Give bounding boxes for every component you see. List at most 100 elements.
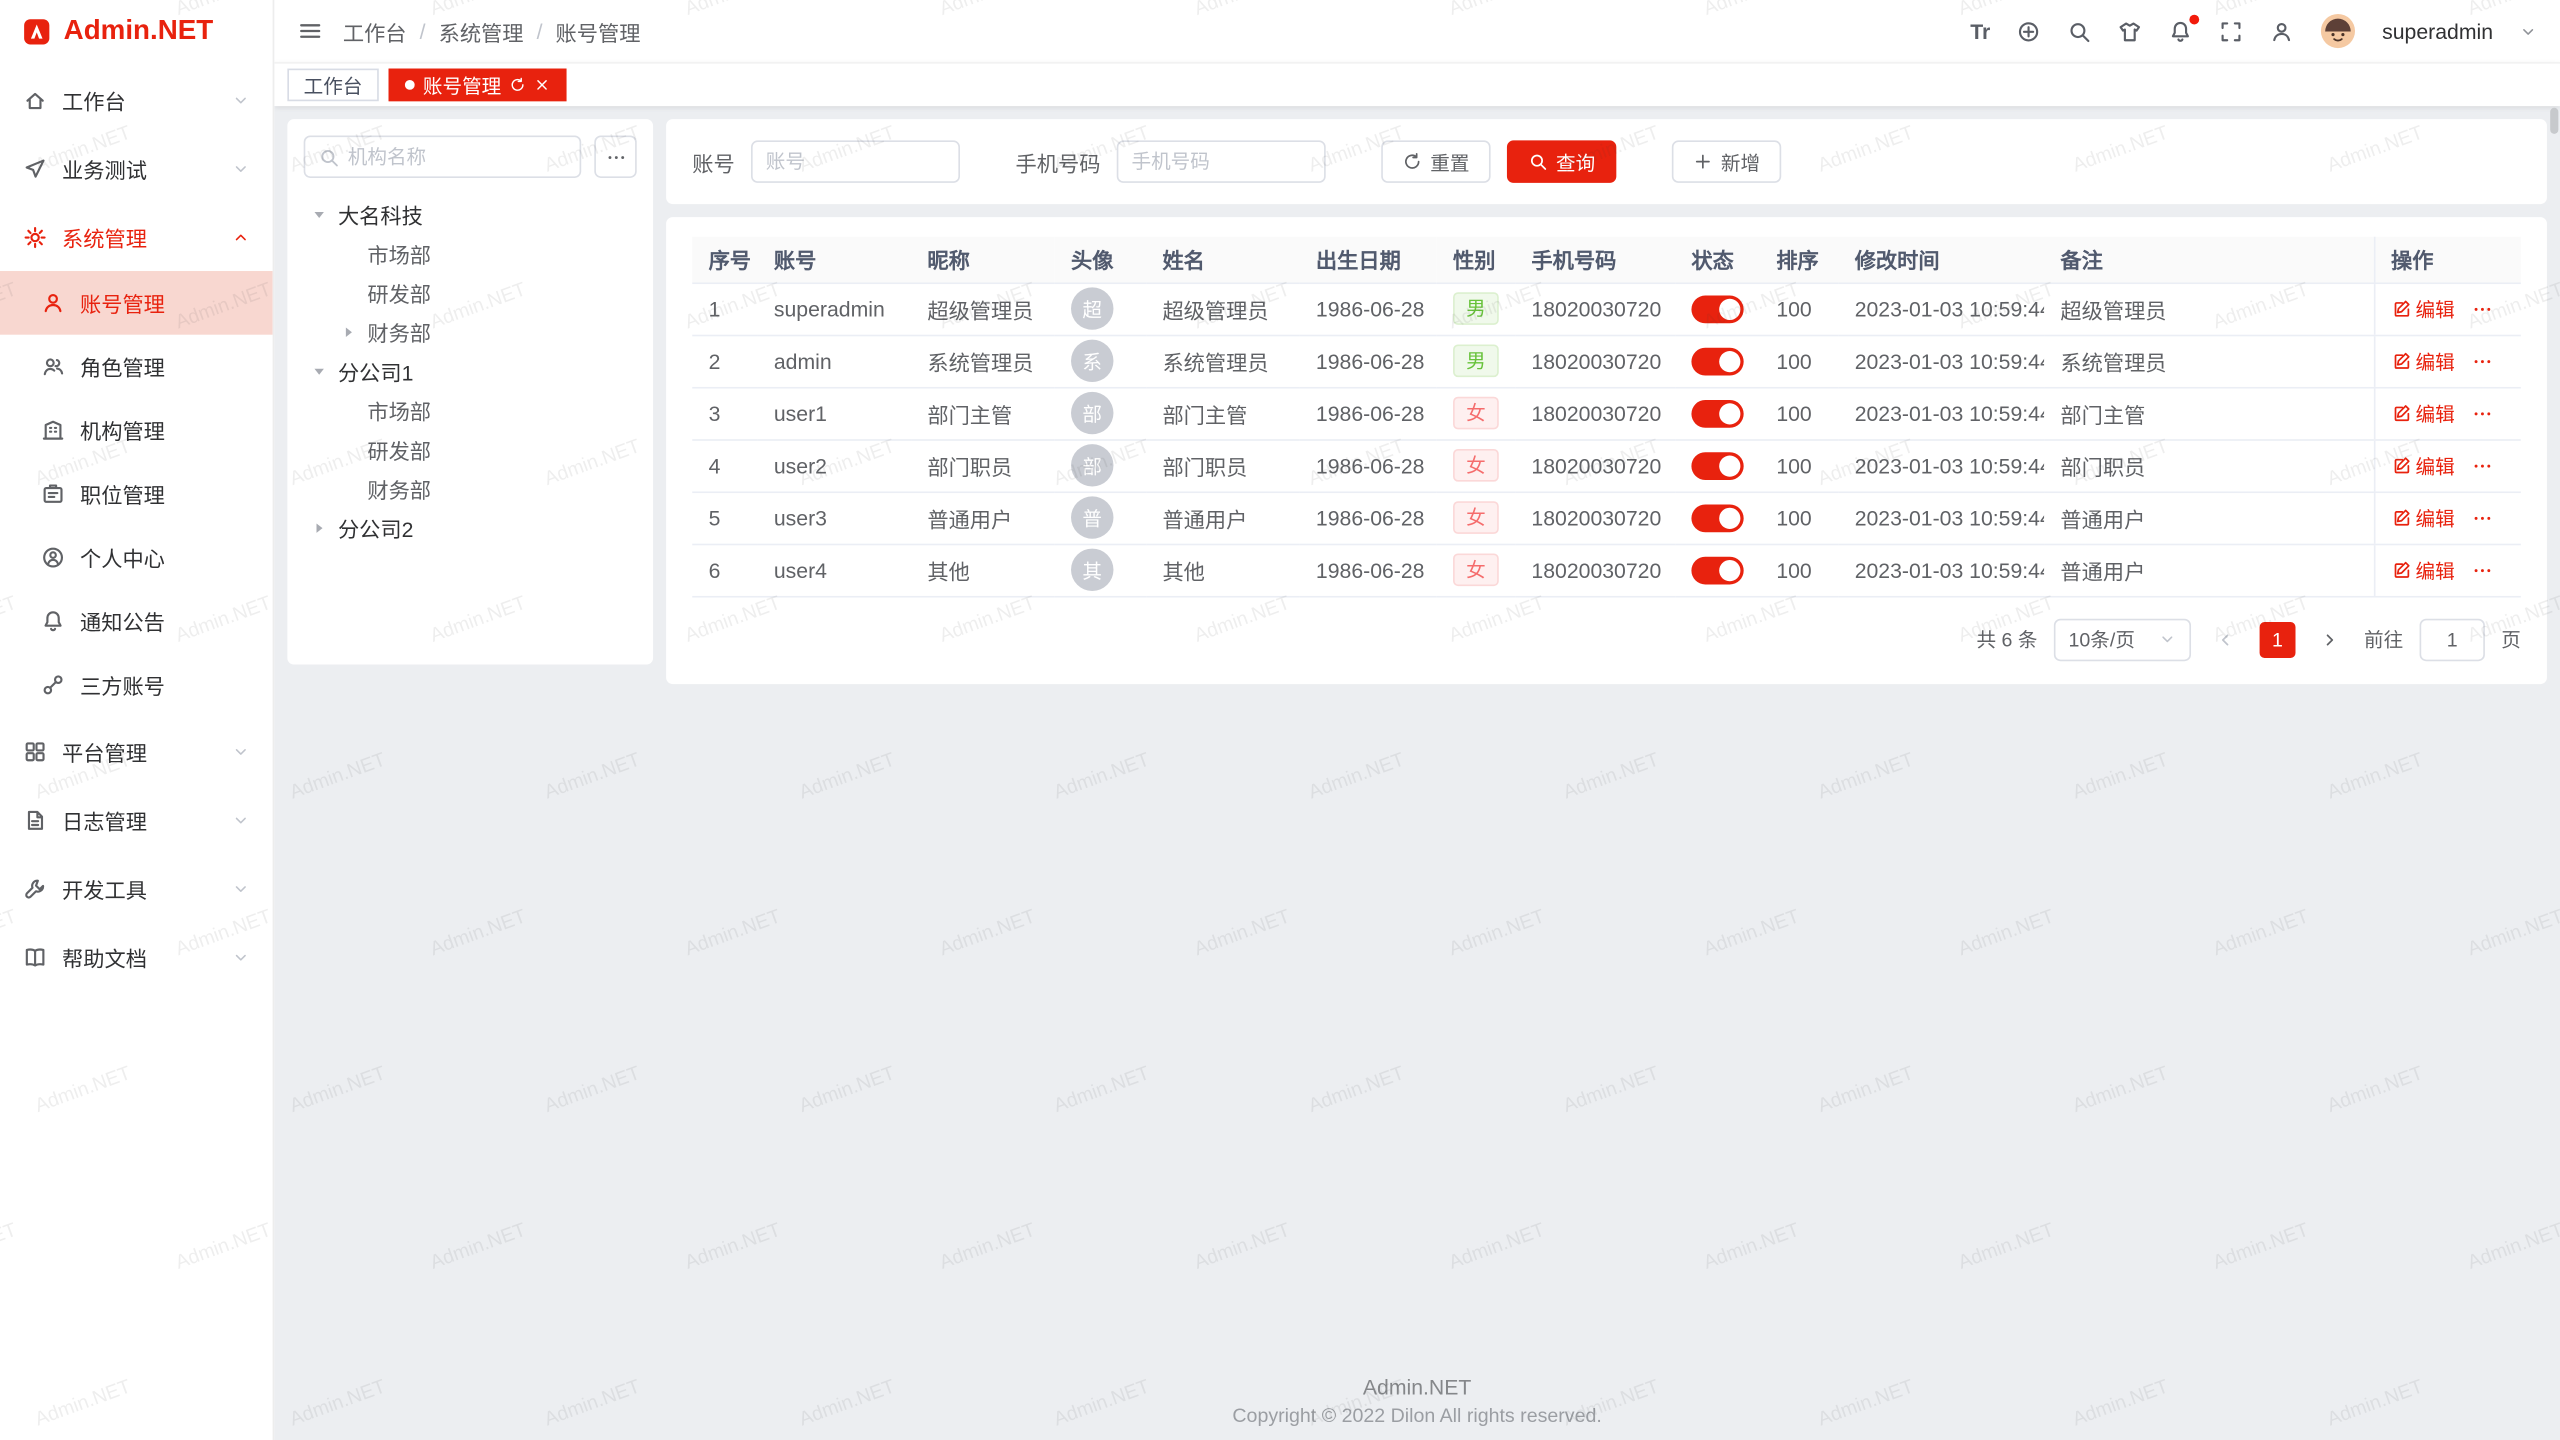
chevron-down-icon[interactable] <box>2519 22 2537 40</box>
row-more-button[interactable] <box>2471 559 2492 580</box>
cell-birth-date: 1986-06-28 <box>1300 335 1437 387</box>
cell-phone: 18020030720 <box>1515 544 1675 596</box>
username[interactable]: superadmin <box>2382 19 2493 43</box>
tab-workbench[interactable]: 工作台 <box>287 69 378 102</box>
caret-right-icon[interactable] <box>340 322 363 340</box>
page-size-value: 10条/页 <box>2069 625 2135 653</box>
row-more-button[interactable] <box>2471 507 2492 528</box>
status-toggle[interactable] <box>1691 295 1743 323</box>
status-toggle[interactable] <box>1691 504 1743 532</box>
tree-node[interactable]: 大名科技 <box>304 194 637 233</box>
font-size-icon[interactable]: Tr <box>1970 19 1990 43</box>
sidebar-subitem[interactable]: 三方账号 <box>0 653 273 717</box>
sidebar-item-label: 开发工具 <box>62 873 147 904</box>
status-toggle[interactable] <box>1691 451 1743 479</box>
phone-input[interactable] <box>1131 150 1311 173</box>
tab-refresh-icon[interactable] <box>509 77 525 93</box>
edit-button[interactable]: 编辑 <box>2391 295 2455 323</box>
breadcrumb-item[interactable]: 工作台 <box>343 16 407 47</box>
cell-account: admin <box>758 335 911 387</box>
search-icon <box>318 146 339 167</box>
edit-button[interactable]: 编辑 <box>2391 504 2455 532</box>
tree-node[interactable]: 分公司2 <box>304 508 637 547</box>
menu-toggle-icon[interactable] <box>297 18 323 44</box>
row-more-button[interactable] <box>2471 350 2492 371</box>
status-toggle[interactable] <box>1691 347 1743 375</box>
theme-icon[interactable] <box>2118 19 2142 43</box>
tree-node[interactable]: 研发部 <box>304 273 637 312</box>
breadcrumb-item[interactable]: 系统管理 <box>439 16 524 47</box>
tab-account-management[interactable]: 账号管理 <box>389 69 567 102</box>
status-toggle[interactable] <box>1691 399 1743 427</box>
tree-node[interactable]: 财务部 <box>304 469 637 508</box>
cell-nickname: 其他 <box>911 544 1055 596</box>
sidebar-item[interactable]: 平台管理 <box>0 717 273 786</box>
tab-close-icon[interactable] <box>534 77 550 93</box>
add-button[interactable]: 新增 <box>1672 140 1781 182</box>
gender-badge: 男 <box>1453 344 1499 377</box>
page-footer: Admin.NET Copyright © 2022 Dilon All rig… <box>274 1375 2560 1427</box>
next-page-button[interactable] <box>2312 621 2348 657</box>
sidebar-item[interactable]: 工作台 <box>0 65 273 134</box>
phone-field[interactable] <box>1117 140 1326 182</box>
edit-button[interactable]: 编辑 <box>2391 399 2455 427</box>
table-row: 2admin系统管理员系系统管理员1986-06-28男180200307201… <box>692 335 2521 387</box>
edit-icon <box>2391 456 2411 476</box>
cell-status <box>1675 387 1760 439</box>
sidebar-item-label: 个人中心 <box>80 542 165 573</box>
tree-node[interactable]: 市场部 <box>304 390 637 429</box>
row-more-button[interactable] <box>2471 455 2492 476</box>
column-header: 头像 <box>1055 237 1146 283</box>
sidebar-subitem[interactable]: 个人中心 <box>0 526 273 590</box>
search-button[interactable]: 查询 <box>1507 140 1616 182</box>
row-more-button[interactable] <box>2471 402 2492 423</box>
cell-avatar: 部 <box>1055 439 1146 491</box>
page-size-select[interactable]: 10条/页 <box>2054 618 2191 660</box>
sidebar-item[interactable]: 帮助文档 <box>0 922 273 991</box>
avatar[interactable] <box>2320 13 2356 49</box>
page-number-button[interactable]: 1 <box>2260 621 2296 657</box>
org-search-input[interactable] <box>348 145 567 168</box>
role-icon <box>41 354 65 378</box>
main-area: 工作台 / 系统管理 / 账号管理 Tr superadmin 工 <box>274 0 2560 1440</box>
caret-right-icon[interactable] <box>310 518 333 536</box>
fullscreen-icon[interactable] <box>2219 19 2243 43</box>
sidebar-subitem[interactable]: 账号管理 <box>0 271 273 335</box>
notification-icon[interactable] <box>2168 19 2192 43</box>
sidebar-subitem[interactable]: 角色管理 <box>0 335 273 399</box>
search-icon[interactable] <box>2067 19 2091 43</box>
row-more-button[interactable] <box>2471 298 2492 319</box>
scrollbar[interactable] <box>2550 108 2558 134</box>
sidebar-subitem[interactable]: 职位管理 <box>0 462 273 526</box>
prev-page-button[interactable] <box>2207 621 2243 657</box>
goto-page-input[interactable] <box>2420 618 2485 660</box>
profile-icon[interactable] <box>2269 19 2293 43</box>
caret-down-icon[interactable] <box>310 205 333 223</box>
cell-sort: 100 <box>1760 282 1838 334</box>
edit-button[interactable]: 编辑 <box>2391 347 2455 375</box>
discover-icon[interactable] <box>2016 19 2040 43</box>
reset-button[interactable]: 重置 <box>1381 140 1490 182</box>
sidebar-item[interactable]: 日志管理 <box>0 785 273 854</box>
tree-node[interactable]: 研发部 <box>304 429 637 468</box>
tree-node[interactable]: 市场部 <box>304 233 637 272</box>
row-avatar: 其 <box>1071 549 1113 591</box>
org-more-button[interactable] <box>594 136 636 178</box>
account-input[interactable] <box>766 150 946 173</box>
cell-remark: 超级管理员 <box>2044 282 2374 334</box>
sidebar-subitem[interactable]: 机构管理 <box>0 398 273 462</box>
caret-down-icon[interactable] <box>310 362 333 380</box>
sidebar-subitem[interactable]: 通知公告 <box>0 589 273 653</box>
tree-node[interactable]: 财务部 <box>304 312 637 351</box>
sidebar-item[interactable]: 业务测试 <box>0 134 273 203</box>
status-toggle[interactable] <box>1691 556 1743 584</box>
cell-phone: 18020030720 <box>1515 282 1675 334</box>
sidebar-item[interactable]: 开发工具 <box>0 854 273 923</box>
tree-node[interactable]: 分公司1 <box>304 351 637 390</box>
edit-button[interactable]: 编辑 <box>2391 556 2455 584</box>
edit-button[interactable]: 编辑 <box>2391 451 2455 479</box>
org-search-field[interactable] <box>304 136 582 178</box>
app-logo[interactable]: Admin.NET <box>0 0 273 62</box>
account-field[interactable] <box>751 140 960 182</box>
sidebar-item[interactable]: 系统管理 <box>0 202 273 271</box>
